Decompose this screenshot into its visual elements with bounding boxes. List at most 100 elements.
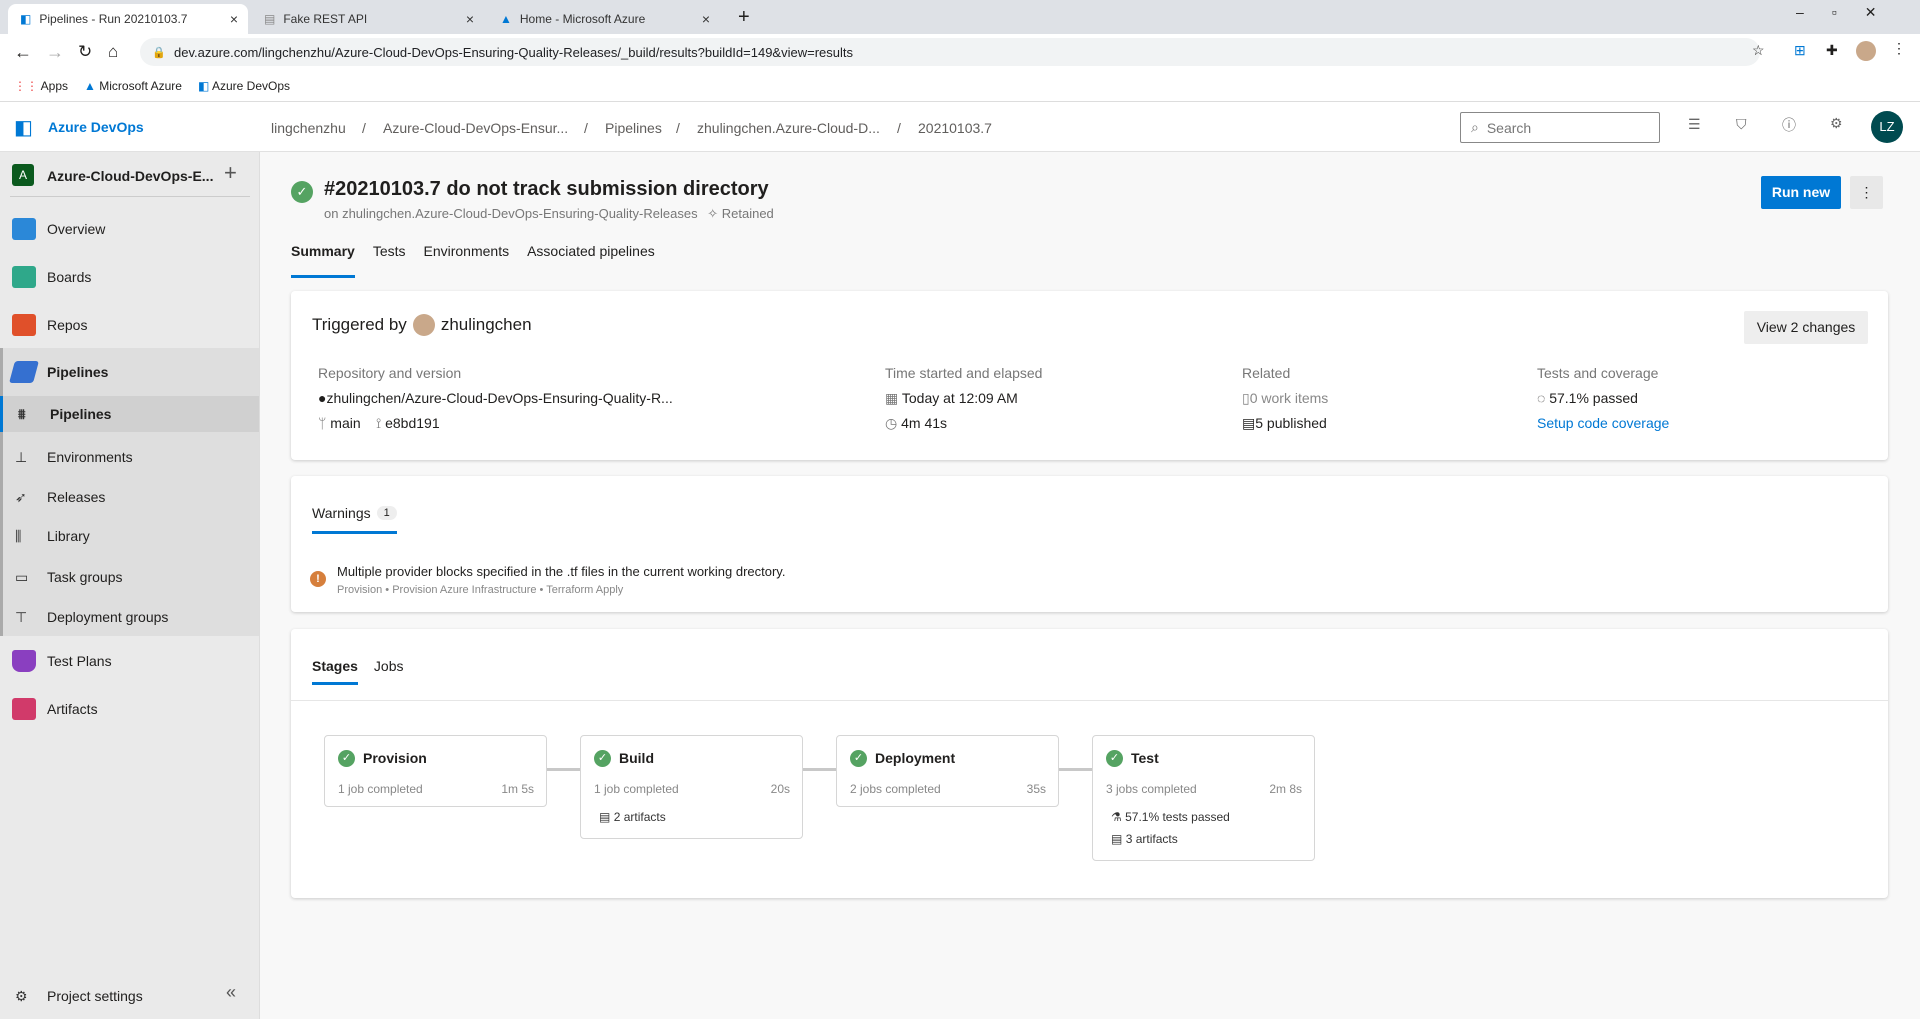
flask-icon: ⚗ xyxy=(1111,810,1122,824)
browser-tab-bar: ◧ Pipelines - Run 20210103.7 × ▤ Fake REST … xyxy=(0,0,1920,34)
project-name[interactable]: Azure-Cloud-DevOps-E... xyxy=(47,168,213,184)
more-options-button[interactable]: ⋮ xyxy=(1850,176,1883,209)
artifacts-link[interactable]: ▤ 3 artifacts xyxy=(1111,832,1178,846)
warning-message[interactable]: Multiple provider blocks specified in th… xyxy=(337,564,785,579)
forward-icon[interactable]: → xyxy=(46,42,64,63)
test-plans-flask-icon xyxy=(12,650,36,672)
tab-stages[interactable]: Stages xyxy=(312,658,358,685)
close-icon[interactable]: × xyxy=(230,11,238,27)
run-subtitle: on zhulingchen.Azure-Cloud-DevOps-Ensuri… xyxy=(324,206,774,222)
star-icon[interactable]: ☆ xyxy=(1752,42,1765,59)
sidebar-subitem-releases[interactable]: ➶ Releases xyxy=(0,477,259,517)
stage-test[interactable]: ✓ Test 3 jobs completed 2m 8s ⚗ 57.1% tes… xyxy=(1092,735,1315,861)
elapsed-time: ◷ 4m 41s xyxy=(885,415,948,431)
tab-environments[interactable]: Environments xyxy=(424,243,510,278)
browser-tab-azure-home[interactable]: ▲ Home - Microsoft Azure × xyxy=(488,4,720,34)
sidebar-subitem-deployment-groups[interactable]: ⊤ Deployment groups xyxy=(0,597,259,637)
extensions-icon[interactable]: ✚ xyxy=(1826,42,1838,59)
tests-label: Tests and coverage xyxy=(1537,365,1659,381)
close-icon[interactable]: × xyxy=(466,11,474,27)
commit[interactable]: ⟟ e8bd191 xyxy=(376,415,440,432)
warnings-card: Warnings 1 ! Multiple provider blocks sp… xyxy=(291,476,1888,612)
stage-build[interactable]: ✓ Build 1 job completed 20s ▤ 2 artifacts xyxy=(580,735,803,839)
tab-summary[interactable]: Summary xyxy=(291,243,355,278)
summary-card: Triggered by zhulingchen View 2 changes … xyxy=(291,291,1888,460)
sidebar-item-overview[interactable]: Overview xyxy=(0,209,259,249)
breadcrumb-pipelines[interactable]: Pipelines xyxy=(605,120,662,136)
success-icon: ✓ xyxy=(1106,750,1123,767)
bookmark-apps[interactable]: ⋮⋮ Apps xyxy=(14,79,68,93)
stage-deployment[interactable]: ✓ Deployment 2 jobs completed 35s xyxy=(836,735,1059,807)
user-avatar[interactable]: LZ xyxy=(1871,111,1903,143)
reload-icon[interactable]: ↻ xyxy=(78,42,92,62)
published-artifacts[interactable]: ▤5 published xyxy=(1242,415,1327,432)
work-items-list-icon[interactable]: ☰ xyxy=(1688,116,1701,133)
search-input[interactable]: ⌕ Search xyxy=(1460,112,1660,143)
address-bar-row: ← → ↻ ⌂ 🔒 dev.azure.com/lingchenzhu/Azure… xyxy=(0,34,1920,70)
deployment-groups-icon: ⊤ xyxy=(15,608,28,625)
trigger-user[interactable]: zhulingchen xyxy=(441,315,532,335)
close-icon[interactable]: × xyxy=(702,11,710,27)
branch[interactable]: ᛘ main xyxy=(318,415,361,431)
sidebar: A Azure-Cloud-DevOps-E... + Overview Boa… xyxy=(0,152,260,1019)
marketplace-bag-icon[interactable]: ⛉ xyxy=(1736,116,1747,133)
pipeline-link[interactable]: on zhulingchen.Azure-Cloud-DevOps-Ensuri… xyxy=(324,206,698,221)
bookmark-microsoft-azure[interactable]: ▲ Microsoft Azure xyxy=(84,79,182,93)
tab-associated-pipelines[interactable]: Associated pipelines xyxy=(527,243,655,278)
azure-devops-logo-icon: ◧ xyxy=(14,117,33,139)
collapse-sidebar-icon[interactable]: « xyxy=(226,982,236,1003)
sidebar-subitem-task-groups[interactable]: ▭ Task groups xyxy=(0,557,259,597)
artifact-icon: ▤ xyxy=(1242,415,1256,431)
sidebar-item-artifacts[interactable]: Artifacts xyxy=(0,689,259,729)
time-label: Time started and elapsed xyxy=(885,365,1043,381)
brand-link[interactable]: Azure DevOps xyxy=(48,119,144,135)
run-new-button[interactable]: Run new xyxy=(1761,176,1841,209)
stage-tabs: Stages Jobs xyxy=(312,658,404,685)
help-icon[interactable]: ⓘ xyxy=(1782,115,1796,135)
breadcrumb-pipeline[interactable]: zhulingchen.Azure-Cloud-D... xyxy=(697,120,880,136)
tab-tests[interactable]: Tests xyxy=(373,243,406,278)
breadcrumb-org[interactable]: lingchenzhu xyxy=(271,120,346,136)
stage-provision[interactable]: ✓ Provision 1 job completed 1m 5s xyxy=(324,735,547,807)
setup-coverage-link[interactable]: Setup code coverage xyxy=(1537,415,1669,431)
new-tab-button[interactable]: + xyxy=(738,6,750,29)
project-settings[interactable]: ⚙ Project settings xyxy=(0,976,259,1016)
artifacts-link[interactable]: ▤ 2 artifacts xyxy=(599,810,666,824)
sidebar-item-repos[interactable]: Repos xyxy=(0,305,259,345)
azure-icon: ▲ xyxy=(500,12,512,26)
sidebar-subitem-library[interactable]: ⫼ Library xyxy=(0,516,259,556)
lock-icon: 🔒 xyxy=(152,46,166,59)
sidebar-item-boards[interactable]: Boards xyxy=(0,257,259,297)
tests-passed[interactable]: ◌ 57.1% passed xyxy=(1537,390,1638,406)
user-settings-icon[interactable]: ⚙ xyxy=(1830,115,1843,132)
view-changes-button[interactable]: View 2 changes xyxy=(1744,311,1868,344)
sidebar-item-test-plans[interactable]: Test Plans xyxy=(0,641,259,681)
back-icon[interactable]: ← xyxy=(14,42,32,63)
bookmark-azure-devops[interactable]: ◧ Azure DevOps xyxy=(198,79,290,93)
repo-link[interactable]: ●zhulingchen/Azure-Cloud-DevOps-Ensuring… xyxy=(318,390,673,406)
sidebar-subitem-pipelines[interactable]: ⩩ Pipelines xyxy=(0,396,259,432)
tab-jobs[interactable]: Jobs xyxy=(374,658,404,685)
profile-avatar[interactable] xyxy=(1856,41,1876,61)
browser-tab-pipelines[interactable]: ◧ Pipelines - Run 20210103.7 × xyxy=(8,4,248,34)
tab-warnings[interactable]: Warnings 1 xyxy=(312,505,397,534)
url-input[interactable]: 🔒 dev.azure.com/lingchenzhu/Azure-Cloud-D… xyxy=(140,38,1760,66)
breadcrumb-project[interactable]: Azure-Cloud-DevOps-Ensur... xyxy=(383,120,568,136)
warning-path[interactable]: Provision • Provision Azure Infrastructu… xyxy=(337,584,623,596)
repos-icon xyxy=(12,314,36,336)
sidebar-item-pipelines[interactable]: Pipelines xyxy=(0,352,259,392)
clipboard-icon: ▯ xyxy=(1242,390,1250,406)
artifacts-icon xyxy=(12,698,36,720)
add-icon[interactable]: + xyxy=(224,160,237,186)
home-icon[interactable]: ⌂ xyxy=(108,42,118,62)
success-icon: ✓ xyxy=(338,750,355,767)
repo-label: Repository and version xyxy=(318,365,462,381)
window-controls[interactable]: –▫✕ xyxy=(1796,4,1904,21)
sidebar-subitem-environments[interactable]: ⊥ Environments xyxy=(0,437,259,477)
menu-icon[interactable]: ⋮ xyxy=(1892,40,1906,57)
breadcrumb-run[interactable]: 20210103.7 xyxy=(918,120,992,136)
windows-extension-icon[interactable]: ⊞ xyxy=(1794,42,1806,59)
tests-link[interactable]: ⚗ 57.1% tests passed xyxy=(1111,810,1230,824)
work-items[interactable]: ▯0 work items xyxy=(1242,390,1328,407)
browser-tab-fake-rest-api[interactable]: ▤ Fake REST API × xyxy=(252,4,484,34)
